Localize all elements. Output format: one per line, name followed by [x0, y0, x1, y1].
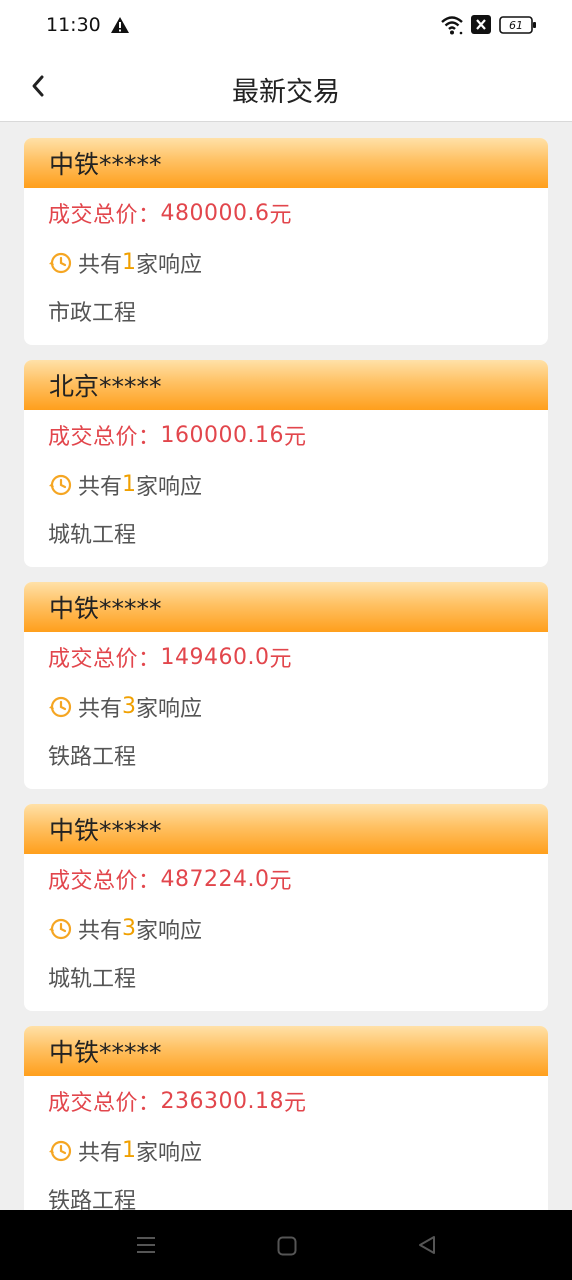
response-line: 共有 3 家响应	[48, 682, 548, 731]
history-clock-icon	[49, 474, 72, 495]
history-clock-icon	[49, 252, 72, 273]
price-line: 成交总价： 160000.16 元	[48, 410, 548, 460]
response-prefix: 共有	[78, 696, 123, 722]
card-company: 中铁*****	[24, 1026, 548, 1076]
response-count: 1	[122, 250, 137, 275]
price-label: 成交总价：	[48, 647, 161, 672]
wifi-icon	[441, 16, 463, 35]
response-count: 3	[122, 916, 137, 941]
status-time: 11:30	[46, 14, 101, 36]
price-line: 成交总价： 480000.6 元	[48, 188, 548, 238]
price-line: 成交总价： 487224.0 元	[48, 854, 548, 904]
response-count: 1	[122, 472, 137, 497]
response-line: 共有 1 家响应	[48, 1126, 548, 1175]
warning-icon	[111, 17, 129, 33]
card-company: 北京*****	[24, 360, 548, 410]
transaction-list: 中铁***** 成交总价： 480000.6 元 共有 1 家响应 市政工程 北京***…	[0, 122, 572, 1210]
history-clock-icon	[49, 696, 72, 717]
price-line: 成交总价： 236300.18 元	[48, 1076, 548, 1126]
price-label: 成交总价：	[48, 425, 161, 450]
card-company: 中铁*****	[24, 804, 548, 854]
response-prefix: 共有	[78, 1140, 123, 1166]
price-value: 487224.0	[160, 866, 270, 892]
response-line: 共有 3 家响应	[48, 904, 548, 953]
transaction-card[interactable]: 中铁***** 成交总价： 487224.0 元 共有 3 家响应 城轨工程	[24, 804, 548, 1011]
system-nav-bar	[0, 1210, 572, 1280]
price-unit: 元	[269, 647, 293, 672]
status-bar: 11:30 61	[0, 0, 572, 52]
price-unit: 元	[269, 203, 293, 228]
card-category: 城轨工程	[48, 523, 137, 548]
header: 最新交易	[0, 52, 572, 122]
transaction-card[interactable]: 北京***** 成交总价： 160000.16 元 共有 1 家响应 城轨工程	[24, 360, 548, 567]
menu-icon[interactable]	[134, 1234, 158, 1256]
back-icon[interactable]	[416, 1234, 438, 1256]
card-category: 市政工程	[48, 301, 137, 326]
x-icon	[471, 15, 491, 34]
response-suffix: 家响应	[136, 1140, 203, 1166]
response-prefix: 共有	[78, 474, 123, 500]
card-company: 中铁*****	[24, 138, 548, 188]
price-value: 480000.6	[160, 200, 270, 226]
response-count: 3	[122, 694, 137, 719]
battery-icon: 61	[499, 16, 537, 34]
transaction-card[interactable]: 中铁***** 成交总价： 236300.18 元 共有 1 家响应 铁路工程	[24, 1026, 548, 1210]
response-count: 1	[122, 1138, 137, 1163]
response-line: 共有 1 家响应	[48, 460, 548, 509]
response-suffix: 家响应	[136, 474, 203, 500]
response-suffix: 家响应	[136, 696, 203, 722]
response-prefix: 共有	[78, 252, 123, 278]
card-category: 铁路工程	[48, 745, 137, 770]
response-suffix: 家响应	[136, 918, 203, 944]
card-company: 中铁*****	[24, 582, 548, 632]
price-value: 160000.16	[160, 422, 284, 448]
price-label: 成交总价：	[48, 203, 161, 228]
history-clock-icon	[49, 918, 72, 939]
card-category: 铁路工程	[48, 1189, 137, 1210]
battery-level: 61	[509, 18, 523, 32]
transaction-card[interactable]: 中铁***** 成交总价： 480000.6 元 共有 1 家响应 市政工程	[24, 138, 548, 345]
home-icon[interactable]	[276, 1235, 298, 1257]
price-label: 成交总价：	[48, 869, 161, 894]
price-line: 成交总价： 149460.0 元	[48, 632, 548, 682]
card-category: 城轨工程	[48, 967, 137, 992]
response-line: 共有 1 家响应	[48, 238, 548, 287]
price-value: 149460.0	[160, 644, 270, 670]
transaction-card[interactable]: 中铁***** 成交总价： 149460.0 元 共有 3 家响应 铁路工程	[24, 582, 548, 789]
price-unit: 元	[269, 869, 293, 894]
history-clock-icon	[49, 1140, 72, 1161]
price-value: 236300.18	[160, 1088, 284, 1114]
response-prefix: 共有	[78, 918, 123, 944]
price-unit: 元	[284, 1091, 307, 1116]
page-title: 最新交易	[232, 77, 340, 108]
price-unit: 元	[284, 425, 307, 450]
response-suffix: 家响应	[136, 252, 203, 278]
price-label: 成交总价：	[48, 1091, 161, 1116]
